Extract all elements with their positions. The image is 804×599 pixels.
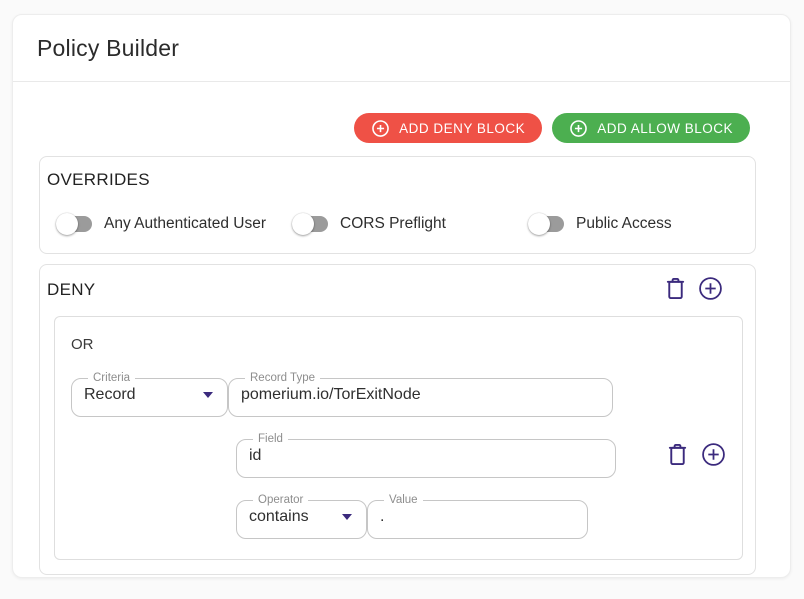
deny-header-actions: [664, 276, 723, 304]
dropdown-caret-icon: [342, 514, 352, 520]
field-value[interactable]: [249, 447, 603, 465]
switch-thumb: [56, 213, 78, 235]
field-label: Value: [384, 495, 423, 507]
field-input[interactable]: Field: [236, 434, 616, 478]
criteria-select[interactable]: Criteria Record: [71, 373, 228, 417]
toggle-cors-preflight: CORS Preflight: [283, 213, 519, 235]
toggle-switch[interactable]: [56, 213, 93, 235]
toggle-switch[interactable]: [528, 213, 565, 235]
field-label: Operator: [253, 495, 308, 507]
overrides-section: OVERRIDES Any Authenticated User CORS Pr…: [39, 156, 756, 254]
operator-value: contains: [249, 508, 309, 526]
toggle-label: Any Authenticated User: [104, 215, 266, 233]
deny-header: DENY: [47, 276, 743, 304]
dropdown-caret-icon: [203, 392, 213, 398]
toggle-label: Public Access: [576, 215, 672, 233]
switch-thumb: [292, 213, 314, 235]
toggle-label: CORS Preflight: [340, 215, 446, 233]
deny-section: DENY: [39, 264, 756, 575]
operator-select[interactable]: Operator contains: [236, 495, 367, 539]
deny-heading: DENY: [47, 280, 95, 300]
card-body: ADD DENY BLOCK ADD ALLOW BLOCK OVERRIDES: [13, 82, 790, 591]
field-label: Field: [253, 434, 288, 446]
add-allow-block-button[interactable]: ADD ALLOW BLOCK: [552, 113, 750, 143]
delete-deny-block-button[interactable]: [664, 276, 687, 304]
record-type-input[interactable]: Record Type: [228, 373, 613, 417]
actions-row: ADD DENY BLOCK ADD ALLOW BLOCK: [39, 113, 750, 143]
toggle-public-access: Public Access: [519, 213, 755, 235]
trash-icon: [664, 276, 687, 304]
add-deny-block-label: ADD DENY BLOCK: [399, 121, 525, 136]
card-header: Policy Builder: [13, 15, 790, 82]
add-circle-icon: [701, 442, 726, 470]
field-label: Record Type: [245, 373, 320, 385]
add-allow-block-label: ADD ALLOW BLOCK: [597, 121, 733, 136]
rule-actions: [666, 442, 726, 470]
criteria-value: Record: [84, 386, 136, 404]
field-row: Field: [71, 434, 726, 478]
add-deny-block-button[interactable]: ADD DENY BLOCK: [354, 113, 542, 143]
page-title: Policy Builder: [37, 35, 179, 62]
add-rule-button[interactable]: [701, 442, 726, 470]
value-input[interactable]: Value: [367, 495, 588, 539]
group-operator-label: OR: [71, 336, 726, 353]
policy-builder-card: Policy Builder ADD DENY BLOCK ADD ALLOW …: [12, 14, 791, 578]
switch-thumb: [528, 213, 550, 235]
add-rule-group-button[interactable]: [698, 276, 723, 304]
value-value[interactable]: [380, 508, 575, 526]
rule-group-card: OR Criteria Record Record Type: [54, 316, 743, 560]
toggle-switch[interactable]: [292, 213, 329, 235]
criteria-row: Criteria Record Record Type: [71, 373, 726, 417]
delete-rule-button[interactable]: [666, 442, 689, 470]
add-circle-icon: [371, 119, 390, 138]
trash-icon: [666, 442, 689, 470]
add-circle-icon: [569, 119, 588, 138]
overrides-heading: OVERRIDES: [47, 170, 747, 190]
add-circle-icon: [698, 276, 723, 304]
field-label: Criteria: [88, 373, 135, 385]
overrides-toggles-row: Any Authenticated User CORS Preflight Pu…: [47, 213, 747, 235]
record-type-value[interactable]: [241, 386, 600, 404]
operator-row: Operator contains Value: [71, 495, 726, 539]
toggle-any-authenticated-user: Any Authenticated User: [47, 213, 283, 235]
